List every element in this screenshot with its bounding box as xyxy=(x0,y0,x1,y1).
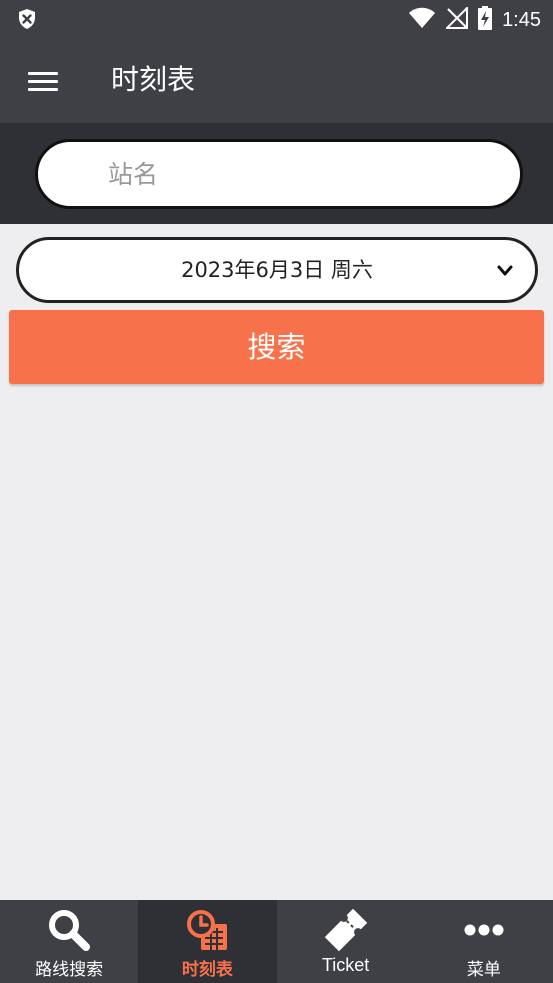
nav-item-menu[interactable]: 菜单 xyxy=(415,900,553,983)
ticket-icon xyxy=(323,908,369,956)
search-icon xyxy=(47,908,91,956)
app-bar: 时刻表 xyxy=(0,38,553,123)
selected-date: 2023年6月3日 周六 xyxy=(181,258,373,282)
nav-label-menu: 菜单 xyxy=(466,960,501,980)
nav-label-timetable: 时刻表 xyxy=(181,960,233,980)
more-icon xyxy=(462,908,506,956)
nav-label-route-search: 路线搜索 xyxy=(35,960,104,980)
station-search-input[interactable] xyxy=(35,139,523,209)
nav-item-timetable[interactable]: 时刻表 xyxy=(138,900,277,983)
shield-icon xyxy=(17,8,37,34)
hamburger-menu-icon[interactable] xyxy=(22,65,62,97)
chevron-down-icon xyxy=(497,262,513,281)
battery-charging-icon xyxy=(478,6,493,34)
status-bar: 1:45 xyxy=(0,0,553,38)
nav-label-ticket: Ticket xyxy=(321,955,370,975)
search-button[interactable]: 搜索 xyxy=(9,310,544,384)
timetable-icon xyxy=(185,908,229,956)
bottom-navigation: 路线搜索 时刻表 Ticket 菜单 xyxy=(0,900,553,983)
status-time: 1:45 xyxy=(502,8,541,31)
nav-item-ticket[interactable]: Ticket xyxy=(277,900,415,983)
no-signal-icon xyxy=(444,5,469,33)
station-search-area xyxy=(0,123,553,224)
wifi-icon xyxy=(408,7,436,33)
page-title: 时刻表 xyxy=(111,63,196,96)
date-selector[interactable]: 2023年6月3日 周六 xyxy=(16,237,538,303)
nav-item-route-search[interactable]: 路线搜索 xyxy=(0,900,138,983)
